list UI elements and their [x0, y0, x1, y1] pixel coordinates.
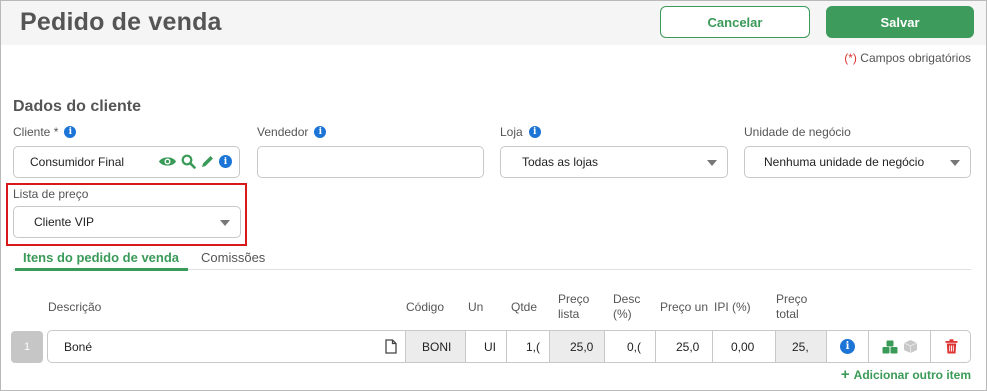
header-discount-line2: (%): [613, 307, 632, 321]
table-row: Boné BONI UI 1,( 25,0 0,( 25,0 0,00 25, …: [47, 330, 971, 363]
header-discount: Desc (%): [613, 292, 640, 322]
item-info-cell: i: [826, 331, 868, 362]
box-icon[interactable]: [903, 339, 918, 354]
header-code: Código: [406, 300, 445, 314]
header-ipi: IPI (%): [714, 300, 751, 314]
description-value: Boné: [64, 339, 93, 354]
boxes-icon[interactable]: [882, 340, 898, 354]
save-button[interactable]: Salvar: [826, 6, 974, 38]
item-delete-cell: [930, 331, 970, 362]
client-info-icon[interactable]: i: [219, 155, 232, 168]
price-list-label: Lista de preço: [13, 187, 88, 201]
header-unit-price: Preço un: [660, 300, 709, 314]
header-list-price-line2: lista: [558, 307, 580, 321]
eye-icon[interactable]: [158, 155, 177, 168]
store-label: Loja i: [500, 125, 541, 139]
header-total-line1: Preço: [776, 292, 808, 306]
header-list-price: Preço lista: [558, 292, 589, 322]
client-label: Cliente * i: [13, 125, 77, 139]
price-list-label-text: Lista de preço: [13, 187, 89, 201]
required-fields-note: (*) Campos obrigatórios: [844, 51, 971, 65]
tab-commissions[interactable]: Comissões: [201, 250, 265, 265]
business-unit-label: Unidade de negócio: [744, 125, 851, 139]
add-item-label: Adicionar outro item: [853, 368, 971, 382]
pencil-icon[interactable]: [200, 154, 215, 169]
header-description: Descrição: [48, 300, 102, 314]
store-value: Todas as lojas: [522, 155, 599, 169]
tab-order-items[interactable]: Itens do pedido de venda: [15, 250, 188, 271]
client-actions: i: [158, 154, 232, 169]
page-title: Pedido de venda: [20, 8, 222, 36]
required-note-text: Campos obrigatórios: [856, 51, 971, 65]
business-unit-value: Nenhuma unidade de negócio: [764, 155, 925, 169]
price-list-select[interactable]: Cliente VIP: [13, 206, 241, 238]
unit-input[interactable]: UI: [465, 331, 506, 362]
price-list-value: Cliente VIP: [34, 215, 95, 229]
info-icon[interactable]: i: [528, 126, 541, 138]
total-price-cell: 25,: [775, 331, 826, 362]
plus-icon: +: [840, 366, 850, 383]
header-unit: Un: [468, 300, 484, 314]
seller-label: Vendedor i: [257, 125, 327, 139]
list-price-cell: 25,0: [549, 331, 604, 362]
code-cell: BONI: [405, 331, 465, 362]
header-list-price-line1: Preço: [558, 292, 590, 306]
row-number-badge: 1: [11, 331, 43, 363]
header-qty: Qtde: [511, 300, 538, 314]
discount-input[interactable]: 0,(: [604, 331, 655, 362]
ipi-input[interactable]: 0,00: [712, 331, 775, 362]
qty-input[interactable]: 1,(: [506, 331, 549, 362]
customer-section-title: Dados do cliente: [13, 98, 142, 115]
info-icon[interactable]: i: [840, 339, 855, 354]
tab-bar: Itens do pedido de venda Comissões: [13, 248, 971, 271]
page-header: Pedido de venda Cancelar Salvar: [1, 1, 986, 45]
add-item-button[interactable]: + Adicionar outro item: [840, 366, 971, 383]
required-asterisk: (*): [844, 51, 857, 65]
unit-price-input[interactable]: 25,0: [655, 331, 712, 362]
item-stock-cell: [868, 331, 930, 362]
client-field[interactable]: Consumidor Final i: [13, 146, 240, 178]
business-unit-label-text: Unidade de negócio: [744, 125, 851, 139]
header-discount-line1: Desc: [613, 292, 641, 306]
business-unit-select[interactable]: Nenhuma unidade de negócio: [744, 146, 971, 178]
chevron-down-icon: [950, 160, 960, 166]
client-label-text: Cliente: [13, 125, 51, 139]
client-required-mark: *: [53, 125, 59, 139]
document-icon[interactable]: [385, 339, 397, 354]
description-input[interactable]: Boné: [48, 331, 405, 362]
info-icon[interactable]: i: [64, 126, 77, 138]
info-icon[interactable]: i: [314, 126, 327, 138]
seller-label-text: Vendedor: [257, 125, 309, 139]
client-value: Consumidor Final: [30, 155, 125, 169]
store-select[interactable]: Todas as lojas: [500, 146, 728, 178]
search-icon[interactable]: [181, 154, 196, 169]
header-total: Preço total: [776, 292, 807, 322]
header-total-line2: total: [776, 307, 799, 321]
cancel-button[interactable]: Cancelar: [660, 6, 810, 38]
store-label-text: Loja: [500, 125, 523, 139]
chevron-down-icon: [707, 160, 717, 166]
trash-icon[interactable]: [945, 339, 958, 354]
chevron-down-icon: [220, 220, 230, 226]
seller-input[interactable]: [257, 146, 484, 178]
